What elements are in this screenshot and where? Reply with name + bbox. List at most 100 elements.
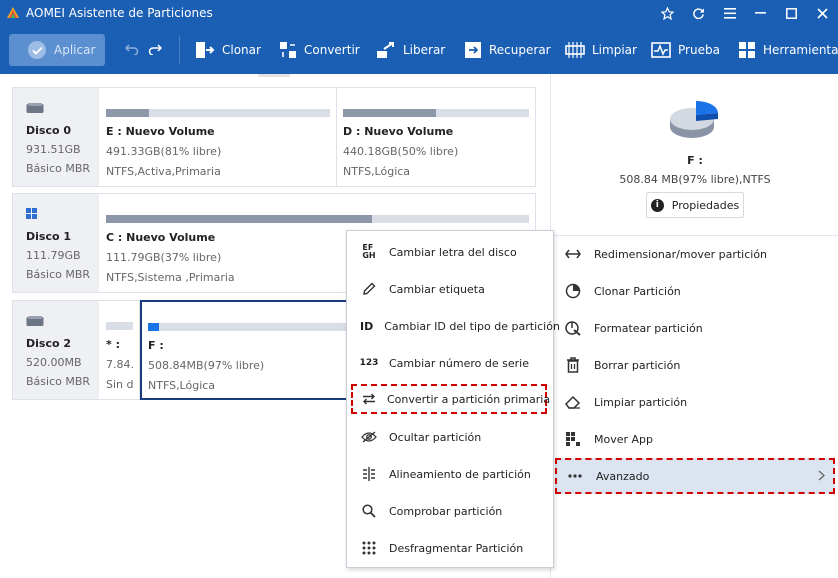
usage-bar — [106, 215, 529, 223]
advanced-button[interactable]: Avanzado — [555, 458, 835, 494]
partition-e[interactable]: E : Nuevo Volume 491.33GB(81% libre) NTF… — [100, 88, 337, 186]
menu-item-change-label[interactable]: Cambiar etiqueta — [351, 274, 547, 304]
id-icon: ID — [360, 319, 374, 333]
partition-usage: 491.33GB(81% libre) — [106, 145, 222, 158]
pencil-icon — [360, 282, 378, 296]
clone-icon — [196, 42, 215, 58]
menu-item-convert-to-primary[interactable]: Convertir a partición primaria — [351, 384, 551, 414]
operation-label: Mover App — [594, 432, 654, 446]
undo-icon[interactable] — [125, 43, 139, 55]
partition-usage: 7.84... — [106, 358, 133, 371]
menu-item-label: Cambiar ID del tipo de partición — [384, 319, 560, 333]
advanced-context-menu: EF GH Cambiar letra del disco Cambiar eti… — [346, 230, 560, 568]
partition-pie-icon — [670, 101, 718, 138]
menu-item-align-partition[interactable]: Alineamiento de partición — [351, 459, 547, 489]
scroll-handle[interactable] — [258, 74, 290, 77]
wipe-button[interactable]: Limpiar — [565, 40, 637, 60]
menu-item-defragment-partition[interactable]: Desfragmentar Partición — [351, 533, 547, 563]
refresh-icon[interactable] — [683, 0, 714, 26]
clone-label: Clonar — [222, 43, 261, 57]
defrag-icon — [360, 541, 378, 555]
tools-button[interactable]: Herramientas — [738, 40, 838, 60]
disk-info: Disco 0 931.51GB Básico MBR — [13, 88, 99, 186]
hard-disk-icon — [26, 103, 44, 113]
main-content: Disco 0 931.51GB Básico MBR E : Nuevo Vo… — [0, 74, 838, 578]
partition-name: D : Nuevo Volume — [343, 125, 454, 138]
hard-disk-icon — [26, 316, 44, 326]
clone-partition-icon — [564, 282, 582, 300]
close-icon[interactable] — [807, 0, 838, 26]
resize-move-partition-button[interactable]: Redimensionar/mover partición — [555, 236, 835, 272]
clone-partition-button[interactable]: Clonar Partición — [555, 273, 835, 309]
maximize-icon[interactable] — [776, 0, 807, 26]
menu-item-change-serial-number[interactable]: 123 Cambiar número de serie — [351, 348, 547, 378]
operations-panel: F : 508.84 MB(97% libre),NTFS i Propieda… — [550, 74, 838, 578]
disk-type: Básico MBR — [26, 375, 91, 388]
toolbar: Aplicar Clonar Convertir Liberar Recuper… — [0, 26, 838, 74]
tools-label: Herramientas — [763, 43, 838, 57]
disk-size: 931.51GB — [26, 143, 81, 156]
operation-label: Redimensionar/mover partición — [594, 247, 768, 261]
test-button[interactable]: Prueba — [651, 40, 720, 60]
ssd-icon — [26, 208, 37, 219]
menu-icon[interactable] — [714, 0, 745, 26]
free-button[interactable]: Liberar — [376, 40, 445, 60]
redo-icon[interactable] — [148, 43, 162, 55]
properties-label: Propiedades — [671, 198, 740, 212]
properties-button[interactable]: i Propiedades — [646, 192, 744, 218]
title-bar: AOMEI Asistente de Particiones — [0, 0, 838, 26]
convert-label: Convertir — [304, 43, 360, 57]
favorite-star-icon[interactable] — [652, 0, 683, 26]
wipe-icon — [565, 42, 585, 58]
free-label: Liberar — [403, 43, 446, 57]
hide-eye-icon — [360, 431, 378, 443]
minimize-icon[interactable] — [745, 0, 776, 26]
disk-name: Disco 1 — [26, 230, 72, 243]
recover-icon — [465, 42, 481, 58]
disk-name: Disco 2 — [26, 337, 72, 350]
partition-d[interactable]: D : Nuevo Volume 440.18GB(50% libre) NTF… — [337, 88, 535, 186]
usage-bar — [106, 109, 330, 117]
convert-button[interactable]: Convertir — [279, 40, 360, 60]
toolbar-separator — [179, 36, 180, 64]
disk-row-0[interactable]: Disco 0 931.51GB Básico MBR E : Nuevo Vo… — [12, 87, 536, 187]
partition-fs: NTFS,Activa,Primaria — [106, 165, 221, 178]
disk-type: Básico MBR — [26, 162, 91, 175]
menu-item-check-partition[interactable]: Comprobar partición — [351, 496, 547, 526]
move-app-icon — [564, 430, 582, 448]
menu-item-label: Cambiar número de serie — [389, 356, 529, 370]
partition-unallocated[interactable]: * : 7.84... Sin d... — [100, 301, 140, 399]
move-app-button[interactable]: Mover App — [555, 421, 835, 457]
menu-item-label: Cambiar etiqueta — [389, 282, 485, 296]
operation-label: Avanzado — [596, 469, 650, 483]
recover-label: Recuperar — [489, 43, 551, 57]
wipe-partition-button[interactable]: Limpiar partición — [555, 384, 835, 420]
partition-name: * : — [106, 338, 120, 351]
disk-info: Disco 2 520.00MB Básico MBR — [13, 301, 99, 399]
partition-name: E : Nuevo Volume — [106, 125, 215, 138]
clone-button[interactable]: Clonar — [195, 40, 261, 60]
delete-partition-button[interactable]: Borrar partición — [555, 347, 835, 383]
operation-label: Formatear partición — [594, 321, 703, 335]
usage-bar — [106, 322, 133, 330]
menu-item-label: Comprobar partición — [389, 504, 503, 518]
align-icon — [360, 467, 378, 481]
window-title: AOMEI Asistente de Particiones — [26, 6, 213, 20]
apply-button[interactable]: Aplicar — [9, 34, 105, 66]
disk-type: Básico MBR — [26, 268, 91, 281]
swap-arrows-icon — [362, 393, 376, 405]
drive-letter-icon: EF GH — [362, 243, 376, 260]
resize-icon — [564, 245, 582, 263]
partition-fs: Sin d... — [106, 378, 133, 391]
format-partition-button[interactable]: Formatear partición — [555, 310, 835, 346]
recover-button[interactable]: Recuperar — [464, 40, 551, 60]
menu-item-label: Ocultar partición — [389, 430, 482, 444]
menu-item-change-type-id[interactable]: ID Cambiar ID del tipo de partición — [351, 311, 560, 341]
partition-usage: 440.18GB(50% libre) — [343, 145, 459, 158]
menu-item-label: Convertir a partición primaria — [387, 392, 551, 406]
menu-item-change-drive-letter[interactable]: EF GH Cambiar letra del disco — [351, 237, 547, 267]
selected-partition-label: F : — [687, 154, 703, 167]
disk-size: 111.79GB — [26, 249, 81, 262]
usage-bar — [343, 109, 529, 117]
menu-item-hide-partition[interactable]: Ocultar partición — [351, 422, 547, 452]
